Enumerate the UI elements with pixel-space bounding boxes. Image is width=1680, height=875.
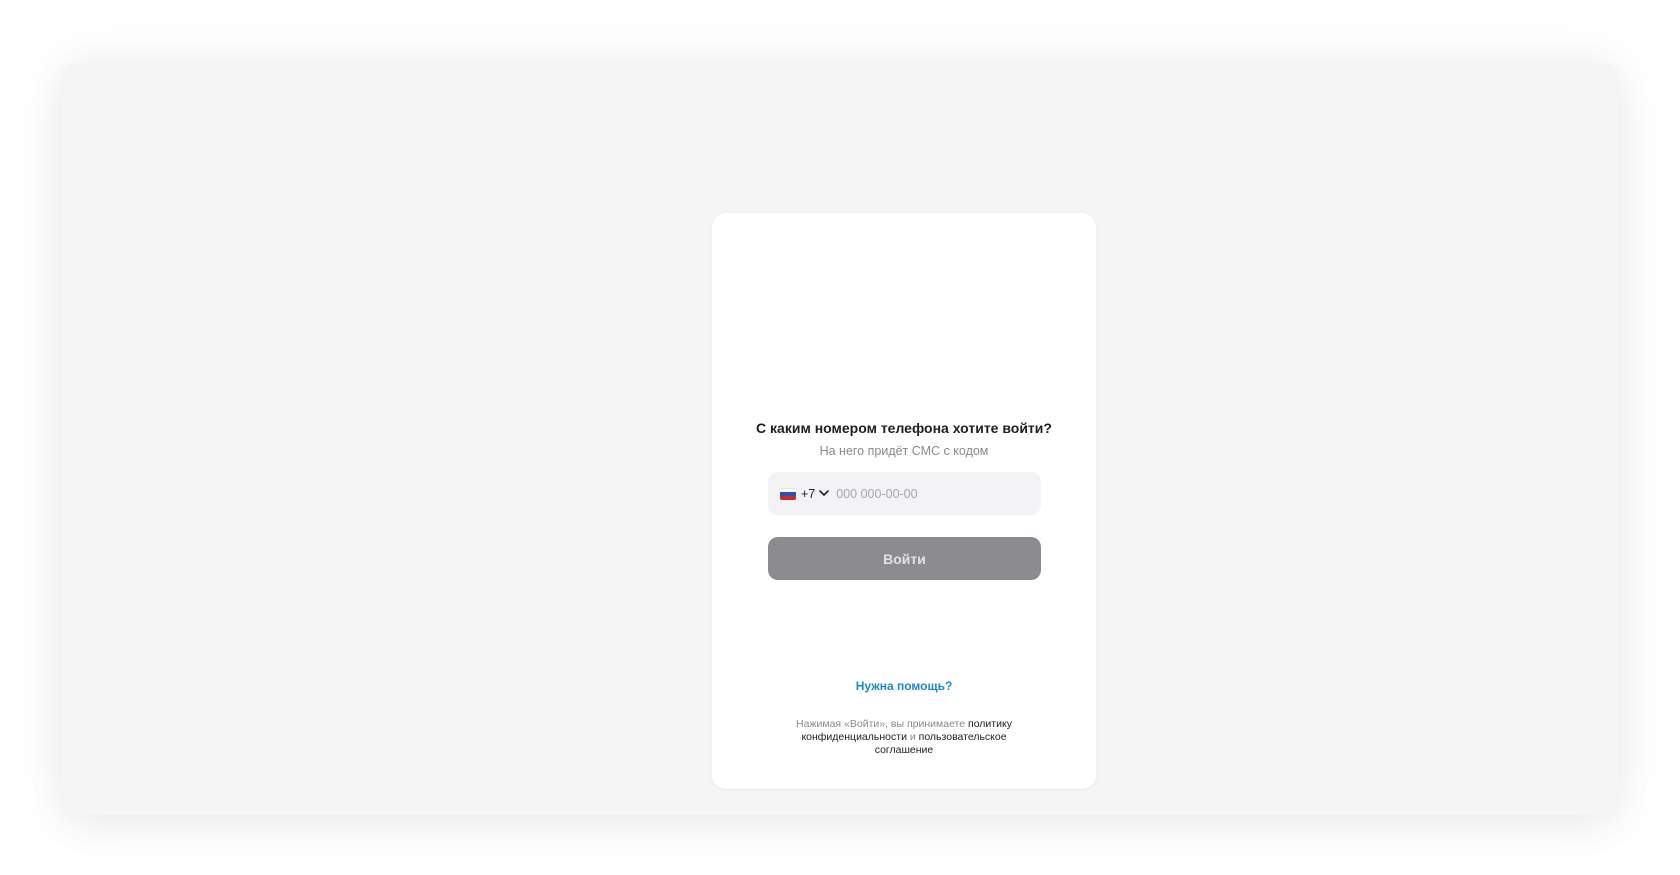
page-title: С каким номером телефона хотите войти?: [756, 420, 1052, 436]
legal-prefix: Нажимая «Войти», вы принимаете: [796, 718, 969, 730]
phone-input[interactable]: [836, 472, 1017, 515]
country-code-label: +7: [801, 486, 816, 501]
russia-flag-icon: [780, 487, 796, 500]
legal-notice: Нажимая «Войти», вы принимаете политику …: [784, 718, 1024, 757]
app-window: С каким номером телефона хотите войти? Н…: [62, 63, 1618, 815]
phone-field: +7: [768, 472, 1041, 515]
chevron-down-icon: [818, 488, 830, 500]
country-code-select[interactable]: +7: [780, 472, 836, 515]
help-link[interactable]: Нужна помощь?: [712, 678, 1096, 694]
login-card: С каким номером телефона хотите войти? Н…: [712, 213, 1096, 789]
login-button[interactable]: Войти: [768, 537, 1041, 580]
legal-conjunction: и: [906, 731, 919, 743]
page-subtitle: На него придёт СМС с кодом: [819, 444, 989, 458]
